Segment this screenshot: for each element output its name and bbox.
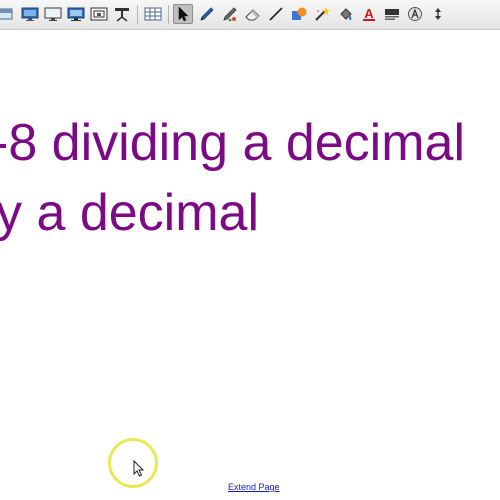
toolbar-separator bbox=[168, 5, 169, 24]
magic-pen-icon[interactable] bbox=[312, 4, 332, 24]
display-icon[interactable] bbox=[20, 4, 40, 24]
creative-pen-icon[interactable] bbox=[220, 4, 240, 24]
toolbar-separator bbox=[137, 5, 138, 24]
whiteboard-page: A -8 dividing a decimal y a decimal Exte… bbox=[0, 0, 500, 500]
dual-monitor-icon[interactable] bbox=[66, 4, 86, 24]
screen-shade-icon[interactable] bbox=[0, 4, 14, 24]
monitor-icon[interactable] bbox=[43, 4, 63, 24]
select-arrow-icon[interactable] bbox=[173, 4, 193, 24]
shapes-icon[interactable] bbox=[289, 4, 309, 24]
pen-icon[interactable] bbox=[197, 4, 217, 24]
mouse-cursor-icon bbox=[132, 459, 146, 483]
projector-icon[interactable] bbox=[112, 4, 132, 24]
text-icon[interactable]: A bbox=[359, 4, 379, 24]
capture-icon[interactable] bbox=[89, 4, 109, 24]
table-icon[interactable] bbox=[143, 4, 163, 24]
line-icon[interactable] bbox=[266, 4, 286, 24]
move-toolbar-icon[interactable] bbox=[428, 4, 448, 24]
extend-page-link[interactable]: Extend Page bbox=[228, 482, 280, 492]
svg-text:A: A bbox=[364, 6, 374, 21]
text-style-icon[interactable] bbox=[382, 4, 402, 24]
lesson-title-line-1: -8 dividing a decimal bbox=[0, 114, 466, 172]
eraser-icon[interactable] bbox=[243, 4, 263, 24]
toolbar: A bbox=[0, 0, 500, 30]
fill-icon[interactable] bbox=[336, 4, 356, 24]
lesson-title-line-2: y a decimal bbox=[0, 184, 259, 242]
properties-icon[interactable] bbox=[405, 4, 425, 24]
